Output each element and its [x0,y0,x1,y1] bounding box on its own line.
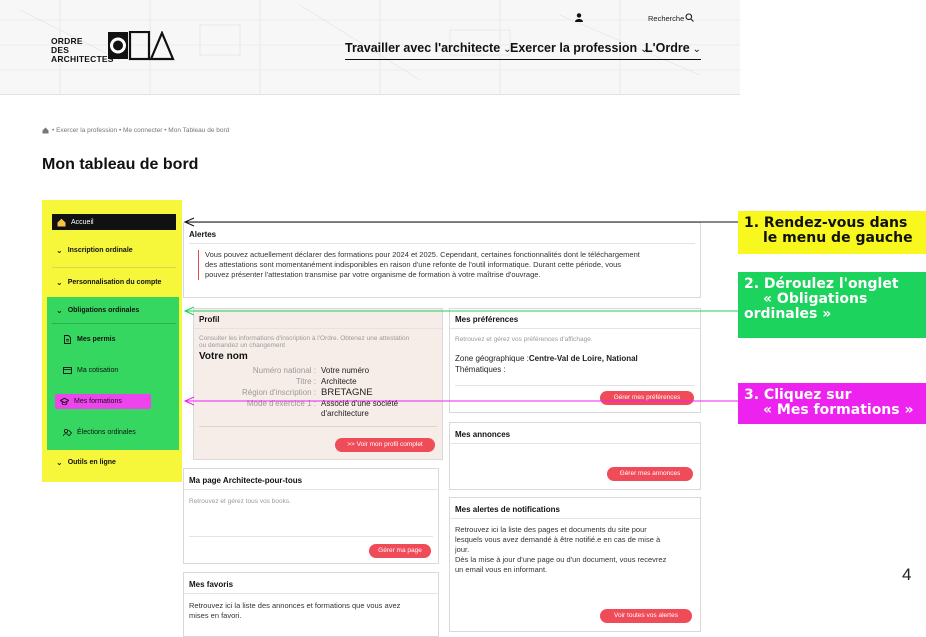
arrow-to-accueil [183,217,738,227]
callout-line: 1. Rendez-vous dans [744,215,908,231]
arrow-to-obligations [183,306,738,316]
callout-line: 2. Déroulez l'onglet [744,276,899,292]
callout-line: 3. Cliquez sur [744,387,852,403]
callout-line: le menu de gauche [763,230,913,246]
callout-step-3: 3. Cliquez sur « Mes formations » [738,383,926,424]
callout-line: « Mes formations » [763,402,914,418]
callout-line: ordinales » [744,306,832,322]
arrow-to-mes-formations [183,396,738,406]
callout-step-2: 2. Déroulez l'onglet « Obligations ordin… [738,272,926,338]
page-number: 4 [902,565,912,584]
callout-step-1: 1. Rendez-vous dans le menu de gauche [738,211,926,254]
callout-line: « Obligations [763,291,868,307]
